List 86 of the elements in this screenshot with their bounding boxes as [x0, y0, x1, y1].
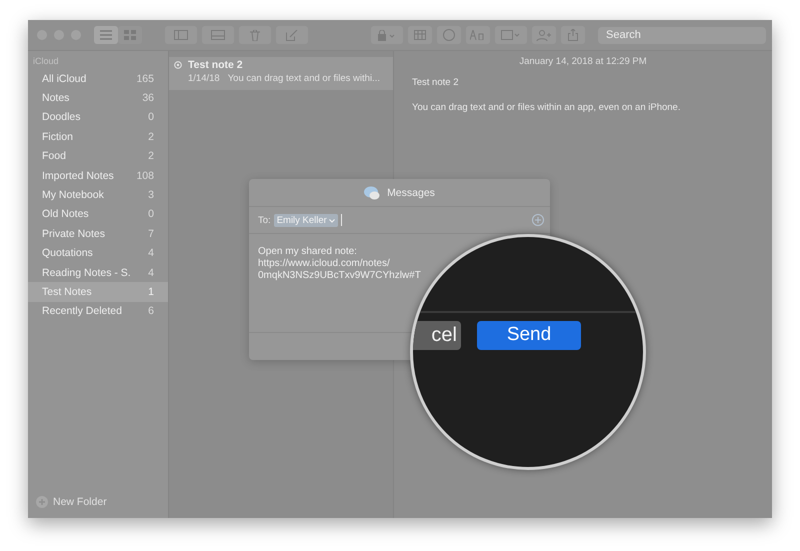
- search-field[interactable]: Search: [598, 26, 766, 44]
- note-snippet: You can drag text and or files withi...: [228, 73, 380, 84]
- to-label: To:: [258, 214, 271, 226]
- note-count: 0: [148, 111, 154, 124]
- gallery-icon: [211, 30, 225, 40]
- share-button[interactable]: [561, 26, 585, 44]
- note-item[interactable]: Test note 2 1/14/18 You can drag text and or files withi...: [169, 57, 393, 90]
- messages-icon: [364, 186, 380, 200]
- lock-button[interactable]: [371, 26, 403, 44]
- add-person-icon: [536, 30, 552, 40]
- recipient-token[interactable]: Emily Keller: [274, 214, 338, 226]
- format-button[interactable]: [466, 26, 490, 44]
- trash-icon: [250, 30, 260, 40]
- note-count: 108: [136, 170, 154, 182]
- folder-item[interactable]: Fiction 2: [28, 127, 168, 147]
- sidebar-toggle-button[interactable]: [165, 26, 197, 44]
- folder-item[interactable]: Imported Notes 108: [28, 166, 168, 186]
- note-heading: Test note 2: [412, 77, 460, 88]
- folder-name: Food: [42, 150, 66, 162]
- cancel-button[interactable]: cel: [413, 320, 461, 350]
- lock-icon: [378, 30, 396, 40]
- share-icon: [568, 29, 578, 41]
- note-count: 3: [148, 189, 154, 202]
- media-button[interactable]: [495, 26, 527, 44]
- folder-name: My Notebook: [42, 189, 104, 202]
- folder-item[interactable]: Recently Deleted 6: [28, 302, 168, 322]
- folder-name: Recently Deleted: [42, 305, 122, 318]
- folder-item[interactable]: Notes 36: [28, 88, 168, 108]
- compose-button[interactable]: [276, 26, 308, 44]
- note-count: 4: [148, 247, 154, 260]
- shared-icon: [174, 61, 182, 69]
- chevron-down-icon: [329, 218, 336, 222]
- folder-name: Quotations: [42, 247, 93, 260]
- note-count: 6: [148, 305, 154, 318]
- view-toggle[interactable]: [94, 26, 118, 44]
- plus-circle-icon: [36, 496, 48, 508]
- delete-button[interactable]: [239, 26, 271, 44]
- note-count: 36: [142, 92, 154, 104]
- folder-name: All iCloud: [42, 72, 86, 85]
- folder-name: Imported Notes: [42, 170, 114, 182]
- table-button[interactable]: [408, 26, 432, 44]
- table-icon: [414, 30, 426, 40]
- check-circle-icon: [443, 29, 455, 41]
- dialog-title: Messages: [387, 186, 435, 198]
- compose-icon: [286, 30, 298, 40]
- note-count: 0: [148, 208, 154, 220]
- folder-name: Notes: [42, 92, 70, 104]
- new-folder-button[interactable]: New Folder: [28, 496, 168, 518]
- folder-name: Old Notes: [42, 208, 89, 220]
- folder-item[interactable]: Food 2: [28, 146, 168, 166]
- folder-item[interactable]: Private Notes 7: [28, 224, 168, 244]
- note-body: You can drag text and or files within an app, even on an iPhone.: [412, 102, 682, 113]
- text-cursor: [341, 214, 342, 226]
- note-count: 2: [148, 130, 154, 143]
- list-view-icon: [100, 30, 112, 40]
- checklist-button[interactable]: [437, 26, 461, 44]
- grid-view-icon: [124, 30, 136, 40]
- folder-item[interactable]: All iCloud 165: [28, 69, 168, 88]
- note-count: 2: [148, 150, 154, 162]
- photo-icon: [501, 30, 521, 40]
- folder-name: Fiction: [42, 130, 73, 143]
- note-date: 1/14/18: [188, 73, 220, 84]
- gallery-button[interactable]: [202, 26, 234, 44]
- folder-name: Test Notes: [42, 286, 92, 298]
- text-format-icon: [470, 30, 486, 40]
- note-timestamp: January 14, 2018 at 12:29 PM: [518, 56, 648, 67]
- folder-item[interactable]: Doodles 0: [28, 108, 168, 128]
- folder-item[interactable]: Test Notes 1: [28, 282, 168, 302]
- note-count: 165: [136, 72, 154, 85]
- folder-item[interactable]: Reading Notes - S. 4: [28, 262, 168, 282]
- folder-name: Reading Notes - S.: [42, 266, 131, 279]
- note-count: 7: [148, 228, 154, 240]
- folder-item[interactable]: Old Notes 0: [28, 204, 168, 224]
- sidebar-icon: [174, 30, 188, 40]
- folder-name: Private Notes: [42, 228, 106, 240]
- note-title: Test note 2: [188, 59, 243, 71]
- send-button[interactable]: Send: [477, 320, 581, 350]
- view-toggle[interactable]: [118, 26, 142, 44]
- note-count: 4: [148, 266, 154, 279]
- folder-name: Doodles: [42, 111, 81, 124]
- collaborate-button[interactable]: [532, 26, 556, 44]
- folder-item[interactable]: My Notebook 3: [28, 185, 168, 205]
- add-contact-icon[interactable]: [532, 214, 544, 226]
- note-count: 1: [148, 286, 154, 298]
- folder-item[interactable]: Quotations 4: [28, 244, 168, 263]
- message-text[interactable]: Open my shared note: https://www.icloud.com/notes/ 0mqkN3NSz9UBcTxv9W7CYhzlw#T: [258, 246, 421, 282]
